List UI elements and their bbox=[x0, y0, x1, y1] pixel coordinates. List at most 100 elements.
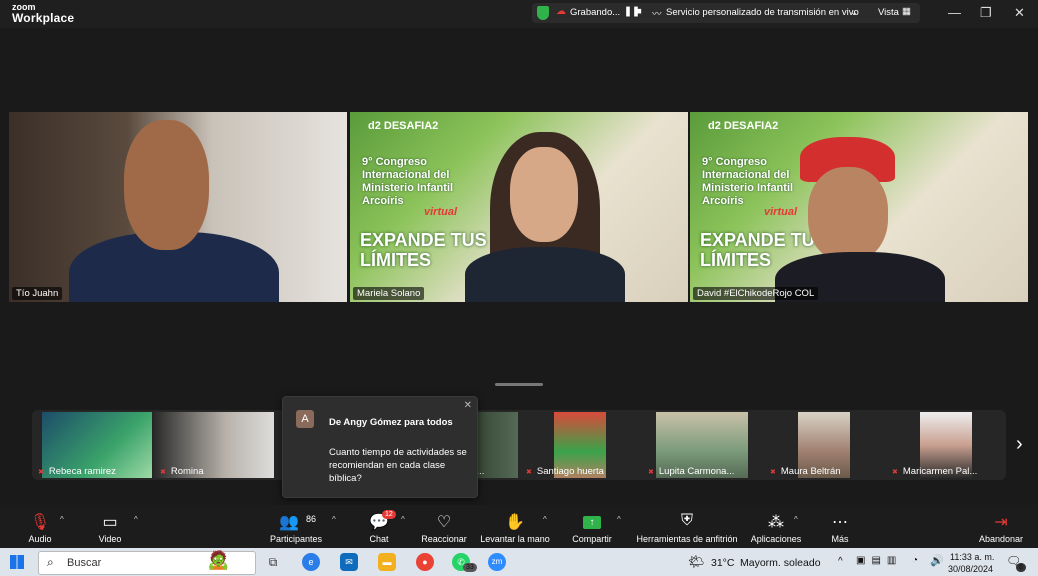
leave-icon: ⇥ bbox=[994, 514, 1008, 531]
cloud-record-icon: ☁ bbox=[556, 6, 566, 17]
audio-button[interactable]: 🎙 Audio bbox=[20, 505, 60, 548]
heart-icon: ♡ bbox=[436, 514, 452, 531]
chevron-up-icon[interactable]: ^ bbox=[134, 515, 138, 524]
view-label[interactable]: Vista bbox=[878, 7, 899, 18]
participant-name: Romina bbox=[160, 466, 204, 477]
chevron-right-icon[interactable]: › bbox=[1016, 433, 1023, 456]
weather-temp: 31°C bbox=[711, 557, 735, 569]
grid-icon[interactable]: ▦ bbox=[902, 6, 911, 17]
apps-button[interactable]: ⁂ Aplicaciones bbox=[748, 505, 804, 548]
more-label: Más bbox=[831, 534, 849, 544]
folder-icon[interactable]: ▬ bbox=[378, 553, 396, 571]
participant-thumb[interactable]: Santiago huerta bbox=[520, 410, 640, 480]
participant-thumb[interactable]: Romina bbox=[154, 410, 274, 480]
person-body bbox=[465, 247, 625, 302]
participant-name: Rebeca ramirez bbox=[38, 466, 116, 477]
chat-sender: De Angy Gómez para todos bbox=[329, 417, 453, 428]
more-button[interactable]: ⋯ Más bbox=[826, 505, 854, 548]
close-button[interactable]: ✕ bbox=[1014, 5, 1025, 21]
edge-icon[interactable]: e bbox=[302, 553, 320, 571]
participant-name: Maura Beltrán bbox=[770, 466, 841, 477]
mail-icon[interactable]: ✉ bbox=[340, 553, 358, 571]
ellipsis-icon: ⋯ bbox=[832, 514, 848, 531]
video-label: Video bbox=[98, 534, 122, 544]
search-placeholder: Buscar bbox=[67, 557, 102, 569]
participant-name: Lupita Carmona... bbox=[648, 466, 735, 477]
stop-icon[interactable]: ■ bbox=[636, 6, 642, 17]
leave-label: Abandonar bbox=[978, 534, 1024, 544]
camera-icon: ▭ bbox=[102, 514, 118, 531]
host-tools-button[interactable]: ⛨ Herramientas de anfitrión bbox=[636, 505, 738, 548]
chat-notification[interactable]: A De Angy Gómez para todos Cuanto tiempo… bbox=[282, 396, 478, 498]
chrome-icon[interactable]: ● bbox=[416, 553, 434, 571]
whatsapp-badge: 33 bbox=[463, 563, 477, 572]
mic-muted-icon: 🎙 bbox=[29, 514, 51, 531]
recording-label: Grabando... bbox=[570, 7, 621, 18]
doodle-icon: 🧟 bbox=[207, 550, 230, 570]
meeting-toolbar: 🎙 Audio ^ ▭ Video ^ 👥 86 Participantes ^… bbox=[0, 505, 1038, 548]
resize-handle[interactable] bbox=[495, 383, 543, 386]
raise-hand-button[interactable]: ✋ Levantar la mano bbox=[480, 505, 550, 548]
share-label: Compartir bbox=[572, 534, 612, 544]
reactions-label: Reaccionar bbox=[421, 534, 467, 544]
sun-icon: 🌤 bbox=[688, 554, 705, 569]
weather-desc: Mayorm. soleado bbox=[740, 557, 821, 569]
banner-virtual: virtual bbox=[424, 206, 458, 218]
participant-thumb[interactable]: Lupita Carmona... bbox=[642, 410, 762, 480]
volume-icon[interactable]: 🔊 bbox=[930, 554, 944, 567]
maximize-button[interactable]: ❐ bbox=[980, 5, 992, 21]
person-face bbox=[808, 167, 888, 262]
zoom-app-icon[interactable]: zm bbox=[488, 553, 506, 571]
banner-title: 9° Congreso Internacional del Ministerio… bbox=[362, 156, 454, 207]
participants-count: 86 bbox=[306, 514, 317, 524]
chevron-up-icon[interactable]: ^ bbox=[543, 515, 547, 524]
share-button[interactable]: ↑ Compartir bbox=[570, 505, 614, 548]
speaker-name-tag: David #ElChikodeRojo COL bbox=[693, 287, 819, 300]
video-tile-speaker-2[interactable]: d2 DESAFIA2 9° Congreso Internacional de… bbox=[350, 112, 688, 302]
participant-strip: Rebeca ramirez Romina EL... Santiago hue… bbox=[32, 410, 1006, 480]
windows-taskbar: ⌕ Buscar 🧟 ⧉ e ✉ ▬ ● ✆ 33 zm 🌤 31°C Mayo… bbox=[0, 548, 1038, 576]
participant-name: Maricarmen Pal... bbox=[892, 466, 977, 477]
recording-status[interactable]: ☁ Grabando... ❚❚ ■ 〰 Servicio personaliz… bbox=[532, 3, 920, 23]
participant-thumb[interactable]: Rebeca ramirez bbox=[32, 410, 152, 480]
minimize-button[interactable]: — bbox=[948, 5, 961, 20]
chevron-up-icon[interactable]: ^ bbox=[617, 515, 621, 524]
brand-bottom: Workplace bbox=[12, 11, 75, 25]
speaker-name-tag: Mariela Solano bbox=[353, 287, 425, 300]
windows-start-icon[interactable] bbox=[10, 555, 24, 569]
banner-logo: d2 DESAFIA2 bbox=[708, 120, 779, 132]
chevron-down-icon[interactable]: ⌄ bbox=[850, 7, 858, 18]
chat-badge: 12 bbox=[382, 510, 396, 519]
person-face bbox=[124, 120, 209, 250]
wifi-icon[interactable]: ◔ bbox=[912, 555, 918, 566]
taskbar-search[interactable]: ⌕ Buscar 🧟 bbox=[38, 550, 256, 575]
video-button[interactable]: ▭ Video bbox=[90, 505, 130, 548]
close-icon[interactable]: ✕ bbox=[464, 400, 472, 411]
clock-time: 11:33 a. m. bbox=[950, 552, 995, 562]
title-bar: zoom Workplace ☁ Grabando... ❚❚ ■ 〰 Serv… bbox=[0, 0, 1038, 28]
participant-thumb[interactable]: Maricarmen Pal... bbox=[886, 410, 1006, 480]
apps-label: Aplicaciones bbox=[750, 534, 802, 544]
share-screen-icon: ↑ bbox=[570, 512, 614, 530]
chevron-up-icon[interactable]: ^ bbox=[401, 515, 405, 524]
video-tile-speaker-1[interactable]: Tío Juahn bbox=[9, 112, 347, 302]
chevron-up-icon[interactable]: ^ bbox=[332, 515, 336, 524]
speaker-name-tag: Tío Juahn bbox=[12, 287, 63, 300]
chevron-up-icon[interactable]: ^ bbox=[794, 515, 798, 524]
stream-label[interactable]: Servicio personalizado de transmisión en… bbox=[666, 7, 859, 18]
task-view-icon[interactable]: ⧉ bbox=[264, 553, 282, 571]
video-tile-speaker-3[interactable]: d2 DESAFIA2 9° Congreso Internacional de… bbox=[690, 112, 1028, 302]
chevron-up-icon[interactable]: ^ bbox=[838, 556, 843, 567]
tray-icons[interactable]: ▣▤▥ bbox=[856, 555, 902, 566]
person-face bbox=[510, 147, 578, 242]
chevron-up-icon[interactable]: ^ bbox=[60, 515, 64, 524]
participant-thumb[interactable]: Maura Beltrán bbox=[764, 410, 884, 480]
zoom-logo: zoom Workplace bbox=[12, 2, 74, 24]
chat-button[interactable]: 💬 12 Chat bbox=[360, 505, 398, 548]
participants-button[interactable]: 👥 86 Participantes bbox=[266, 505, 326, 548]
shield-icon: ⛨ bbox=[680, 512, 693, 529]
reactions-button[interactable]: ♡ Reaccionar bbox=[420, 505, 468, 548]
sender-avatar: A bbox=[296, 410, 314, 428]
leave-button[interactable]: ⇥ Abandonar bbox=[976, 505, 1026, 548]
banner-logo: d2 DESAFIA2 bbox=[368, 120, 439, 132]
